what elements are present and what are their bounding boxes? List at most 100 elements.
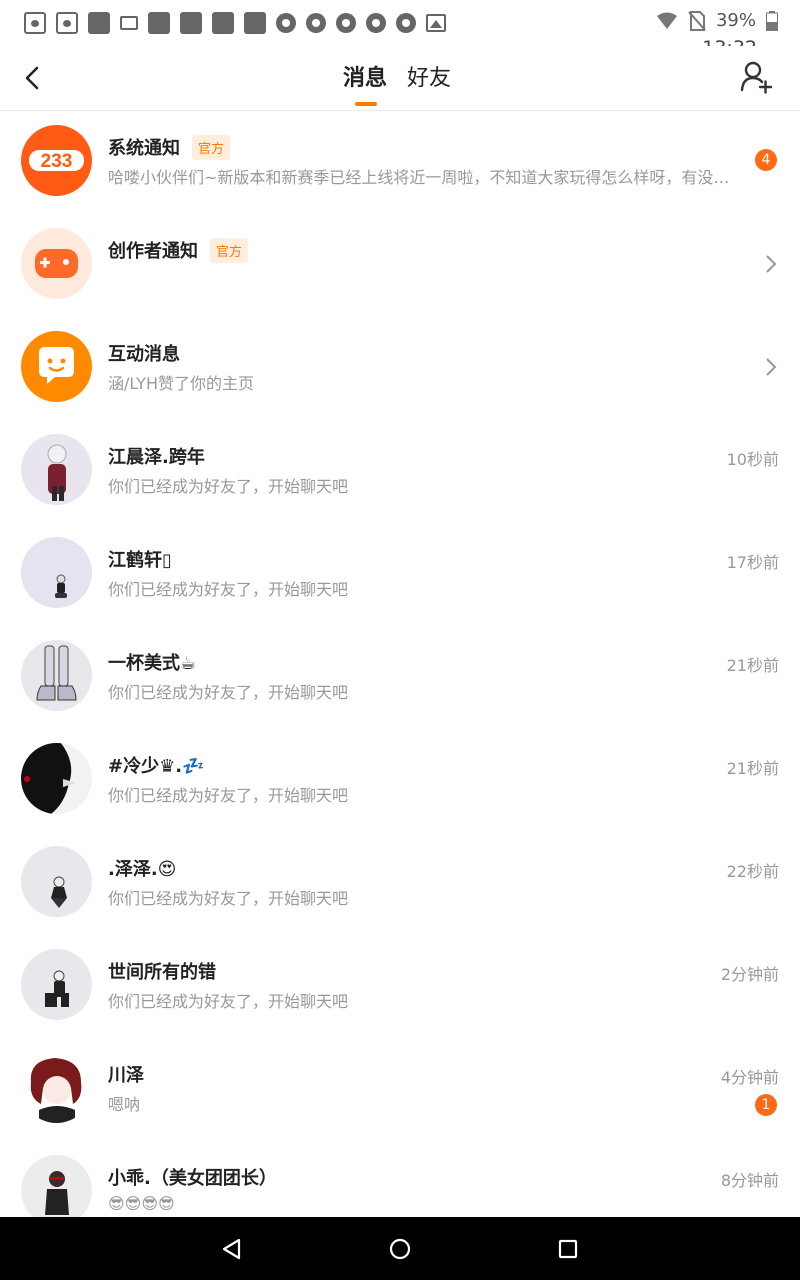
contact-name: #冷少♛.💤 bbox=[108, 756, 205, 777]
contact-name: 川泽 bbox=[108, 1065, 144, 1086]
contact-name: 江鹤轩▯ bbox=[108, 550, 172, 571]
user-avatar-image bbox=[36, 645, 77, 701]
baidu-paw-icon bbox=[24, 12, 46, 34]
timestamp: 2分钟前 bbox=[720, 965, 779, 984]
tab-friends[interactable]: 好友 bbox=[407, 60, 451, 92]
status-right: 39% 13:32 bbox=[656, 10, 778, 59]
speech-bubble-icon bbox=[39, 347, 74, 384]
timestamp: 17秒前 bbox=[726, 553, 779, 572]
active-tab-indicator bbox=[355, 102, 377, 106]
name-wrap: 江晨泽.跨年 bbox=[108, 443, 205, 469]
sim-card-icon bbox=[120, 16, 138, 30]
avatar-speech-bubble bbox=[21, 331, 92, 402]
list-item-interaction[interactable]: 互动消息 涵/LYH赞了你的主页 bbox=[0, 316, 800, 419]
name-wrap: #冷少♛.💤 bbox=[108, 752, 204, 778]
message-preview: 😎😎😎😎 bbox=[108, 1194, 175, 1213]
unread-count-badge: 4 bbox=[755, 149, 777, 171]
add-friend-icon[interactable] bbox=[740, 60, 774, 94]
name-wrap: 一杯美式☕ bbox=[108, 649, 196, 675]
list-item-chat[interactable]: 一杯美式☕ 你们已经成为好友了，开始聊天吧 21秒前 bbox=[0, 625, 800, 728]
tab-label: 好友 bbox=[407, 66, 452, 91]
baidu-paw-icon bbox=[56, 12, 78, 34]
app-notification-icon bbox=[244, 12, 266, 34]
message-preview: 你们已经成为好友了，开始聊天吧 bbox=[108, 992, 349, 1011]
tab-label: 消息 bbox=[343, 66, 388, 91]
avatar-233-logo: 233 bbox=[21, 125, 92, 196]
timestamp: 21秒前 bbox=[726, 656, 779, 675]
chevron-right-icon bbox=[766, 358, 777, 376]
contact-name: .泽泽.😍 bbox=[108, 859, 177, 880]
list-item-chat[interactable]: .泽泽.😍 你们已经成为好友了，开始聊天吧 22秒前 bbox=[0, 831, 800, 934]
avatar-user-photo bbox=[21, 537, 92, 608]
contact-name: 小乖.（美女团团长） bbox=[108, 1168, 277, 1189]
user-avatar-image bbox=[21, 743, 76, 814]
message-preview: 你们已经成为好友了，开始聊天吧 bbox=[108, 683, 349, 702]
message-preview: 你们已经成为好友了，开始聊天吧 bbox=[108, 580, 349, 599]
official-badge: 官方 bbox=[192, 134, 231, 160]
user-avatar-image bbox=[45, 970, 69, 1007]
timestamp: 8分钟前 bbox=[720, 1171, 779, 1190]
battery-icon bbox=[766, 10, 778, 31]
contact-name: 一杯美式☕ bbox=[108, 653, 197, 674]
user-avatar-image bbox=[30, 1058, 82, 1123]
contact-name: 系统通知 bbox=[108, 138, 180, 159]
name-wrap: 创作者通知 官方 bbox=[108, 237, 249, 263]
app-notification-icon bbox=[88, 12, 110, 34]
aperture-icon bbox=[306, 13, 326, 33]
user-avatar-image bbox=[51, 876, 67, 908]
avatar-user-photo bbox=[21, 1052, 92, 1123]
contact-name: 世间所有的错 bbox=[108, 962, 216, 983]
name-wrap: 系统通知 官方 bbox=[108, 134, 231, 160]
gamepad-icon bbox=[35, 249, 78, 278]
nav-home-icon[interactable] bbox=[388, 1237, 412, 1261]
list-item-chat[interactable]: 江鹤轩▯ 你们已经成为好友了，开始聊天吧 17秒前 bbox=[0, 522, 800, 625]
contact-name: 江晨泽.跨年 bbox=[108, 447, 205, 468]
list-item-creator-notice[interactable]: 创作者通知 官方 bbox=[0, 213, 800, 316]
list-item-chat[interactable]: #冷少♛.💤 你们已经成为好友了，开始聊天吧 21秒前 bbox=[0, 728, 800, 831]
message-preview: 嗯呐 bbox=[108, 1095, 141, 1114]
name-wrap: 川泽 bbox=[108, 1061, 144, 1087]
aperture-icon bbox=[396, 13, 416, 33]
unread-count-badge: 1 bbox=[755, 1094, 777, 1116]
nav-recents-icon[interactable] bbox=[556, 1237, 580, 1261]
contact-name: 创作者通知 bbox=[108, 241, 198, 262]
message-list: 233 系统通知 官方 哈喽小伙伴们~新版本和新赛季已经上线将近一周啦，不知道大… bbox=[0, 110, 800, 1243]
name-wrap: 世间所有的错 bbox=[108, 958, 216, 984]
message-preview: 涵/LYH赞了你的主页 bbox=[108, 374, 254, 393]
message-preview: 你们已经成为好友了，开始聊天吧 bbox=[108, 477, 349, 496]
tab-messages[interactable]: 消息 bbox=[343, 60, 388, 106]
aperture-icon bbox=[336, 13, 356, 33]
message-preview: 你们已经成为好友了，开始聊天吧 bbox=[108, 889, 349, 908]
timestamp: 4分钟前 bbox=[720, 1068, 779, 1087]
list-item-chat[interactable]: 世间所有的错 你们已经成为好友了，开始聊天吧 2分钟前 bbox=[0, 934, 800, 1037]
user-avatar-image bbox=[45, 1171, 69, 1215]
timestamp: 22秒前 bbox=[726, 862, 779, 881]
list-item-chat[interactable]: 川泽 嗯呐 4分钟前 1 bbox=[0, 1037, 800, 1140]
timestamp: 21秒前 bbox=[726, 759, 779, 778]
image-icon bbox=[426, 14, 446, 32]
aperture-icon bbox=[366, 13, 386, 33]
message-preview: 你们已经成为好友了，开始聊天吧 bbox=[108, 786, 349, 805]
avatar-user-photo bbox=[21, 640, 92, 711]
list-item-system-notice[interactable]: 233 系统通知 官方 哈喽小伙伴们~新版本和新赛季已经上线将近一周啦，不知道大… bbox=[0, 110, 800, 213]
chevron-right-icon bbox=[766, 255, 777, 273]
name-wrap: 小乖.（美女团团长） bbox=[108, 1164, 277, 1190]
avatar-user-photo bbox=[21, 434, 92, 505]
system-navigation-bar bbox=[0, 1217, 800, 1280]
app-notification-icon bbox=[148, 12, 170, 34]
official-badge: 官方 bbox=[210, 237, 249, 263]
name-wrap: 江鹤轩▯ bbox=[108, 546, 172, 572]
list-item-chat[interactable]: 江晨泽.跨年 你们已经成为好友了，开始聊天吧 10秒前 bbox=[0, 419, 800, 522]
name-wrap: 互动消息 bbox=[108, 340, 180, 366]
wifi-icon bbox=[656, 12, 677, 29]
nav-back-icon[interactable] bbox=[220, 1237, 244, 1261]
avatar-user-photo bbox=[21, 1155, 92, 1226]
tab-bar: 消息 好友 bbox=[343, 60, 451, 106]
timestamp: 10秒前 bbox=[726, 450, 779, 469]
aperture-icon bbox=[276, 13, 296, 33]
no-sim-icon bbox=[688, 10, 706, 31]
contact-name: 互动消息 bbox=[108, 344, 180, 365]
notification-icons bbox=[24, 12, 446, 34]
avatar-user-photo bbox=[21, 949, 92, 1020]
back-arrow-icon[interactable] bbox=[16, 60, 52, 96]
